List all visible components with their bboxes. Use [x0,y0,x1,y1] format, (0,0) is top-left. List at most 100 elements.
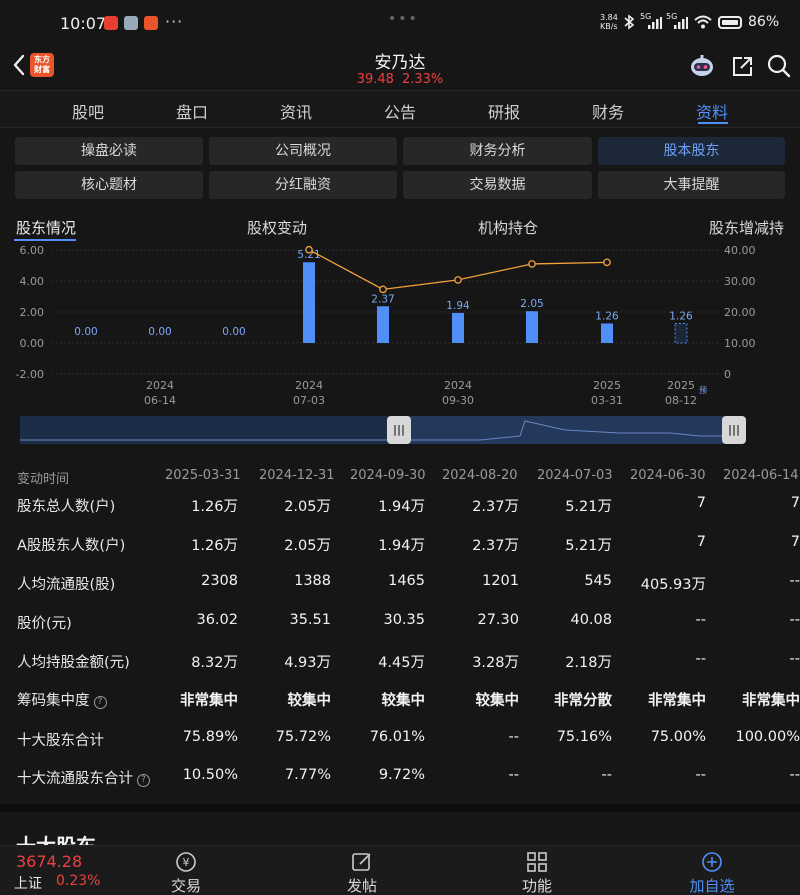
stock-price-line: 39.48 2.33% [0,72,800,87]
table-cell: -- [508,767,519,783]
table-cell: 5.21万 [565,499,612,515]
drag-handle[interactable]: ••• [388,11,419,27]
table-cell: 2.05万 [284,499,331,515]
table-cell: 1.26万 [191,538,238,554]
index-change[interactable]: 0.23% [56,873,100,889]
bar-data-label: 1.94 [446,300,470,312]
table-cell: 较集中 [381,693,426,709]
y-left-tick-label: 2.00 [20,306,45,319]
help-icon[interactable]: ? [137,774,150,787]
table-cell: 4.93万 [284,655,331,671]
table-cell: 2.37万 [472,499,519,515]
tab-guba[interactable]: 股吧 [72,99,104,123]
tab-news[interactable]: 资讯 [280,99,312,123]
signal-icon [674,17,688,29]
row-label-text: A股股东人数(户) [17,538,126,554]
btn-core-themes[interactable]: 核心题材 [15,171,203,199]
table-cell: 76.01% [369,729,425,745]
btn-trading-data[interactable]: 交易数据 [403,171,592,199]
bar [452,312,464,343]
tab-research[interactable]: 研报 [488,99,520,123]
functions-icon[interactable] [525,850,549,874]
table-cell: 较集中 [287,693,332,709]
nav-trade[interactable]: 交易 [146,875,226,895]
section-divider [0,804,800,812]
bar [526,311,538,343]
bar-data-label: 0.00 [74,326,97,338]
row-label-text: 股价(元) [17,616,72,632]
subtab-institutional-holdings[interactable]: 机构持仓 [478,217,538,238]
post-icon[interactable] [350,850,374,874]
row-label: A股股东人数(户) [17,534,125,555]
range-slider[interactable] [20,416,742,444]
index-name[interactable]: 上证 [14,873,42,893]
subtab-shareholders[interactable]: 股东情况 [16,217,76,238]
table-date-col: 2024-06-30 [630,468,706,483]
search-icon[interactable] [765,52,793,80]
table-date-col: 2024-06-14 [723,468,799,483]
price-point [454,276,462,284]
subtab-equity-changes[interactable]: 股权变动 [247,217,307,238]
row-label-text: 十大股东合计 [17,733,104,749]
table-cell: 3.28万 [472,655,519,671]
help-icon[interactable]: ? [93,696,107,709]
btn-dividends-financing[interactable]: 分红融资 [209,171,397,199]
slider-right-handle[interactable]: ||| [722,416,746,444]
row-label: 人均流通股(股) [17,573,115,594]
x-tick-year: 2024 [146,379,174,392]
tab-finance[interactable]: 财务 [592,99,624,123]
active-subtab-indicator [14,239,76,241]
table-cell: 1.94万 [378,538,425,554]
row-label-text: 十大流通股东合计 [17,771,133,787]
x-tick-date: 09-30 [442,394,474,407]
tab-profile[interactable]: 资料 [696,99,728,123]
btn-financial-analysis[interactable]: 财务分析 [403,137,592,165]
nav-functions[interactable]: 功能 [497,875,577,895]
bar-data-label: 2.37 [371,293,394,305]
btn-shares-shareholders[interactable]: 股本股东 [598,137,785,165]
y-right-tick-label: 30.00 [724,275,756,288]
table-date-col: 2024-08-20 [442,468,518,483]
robot-avatar-icon[interactable] [688,52,716,80]
net-speed: 3.84 KB/s [600,13,618,31]
table-cell: 405.93万 [640,577,706,593]
table-cell: -- [789,573,800,589]
table-cell: 27.30 [477,612,519,628]
index-value[interactable]: 3674.28 [16,852,82,871]
table-cell: 7 [696,495,706,511]
x-tick-note: 预 [699,385,707,395]
table-date-col: 2024-12-31 [259,468,335,483]
table-cell: 1465 [388,573,425,589]
signal-icon [648,17,662,29]
slider-left-handle[interactable]: ||| [387,416,411,444]
y-left-tick-label: 6.00 [20,244,45,257]
row-label[interactable]: 十大流通股东合计? [17,767,150,788]
nav-add-watchlist[interactable]: 加自选 [672,875,752,895]
trade-icon[interactable]: ¥ [174,850,198,874]
bar-data-label: 0.00 [148,326,171,338]
share-icon[interactable] [729,52,757,80]
y-right-tick-label: 10.00 [724,337,756,350]
table-cell: 较集中 [475,693,520,709]
btn-trading-must-read[interactable]: 操盘必读 [15,137,203,165]
table-cell: 30.35 [383,612,425,628]
row-label[interactable]: 筹码集中度? [17,689,107,710]
btn-company-overview[interactable]: 公司概况 [209,137,397,165]
nav-post[interactable]: 发帖 [322,875,402,895]
x-tick-date: 07-03 [293,394,325,407]
bar-data-label: 0.00 [222,326,245,338]
subtab-holding-changes[interactable]: 股东增减持 [709,217,784,238]
table-cell: -- [695,651,706,667]
y-left-tick-label: -2.00 [16,368,44,381]
table-cell: 7.77% [284,767,331,783]
row-label-text: 人均流通股(股) [17,577,116,593]
app-notification-icon [124,16,138,30]
table-cell: 5.21万 [565,538,612,554]
add-watchlist-icon[interactable] [700,850,724,874]
range-overview-line [20,416,742,444]
tab-pankou[interactable]: 盘口 [176,99,208,123]
table-cell: -- [601,767,612,783]
tab-announcements[interactable]: 公告 [384,99,416,123]
btn-event-reminders[interactable]: 大事提醒 [598,171,785,199]
price-point [305,245,313,254]
